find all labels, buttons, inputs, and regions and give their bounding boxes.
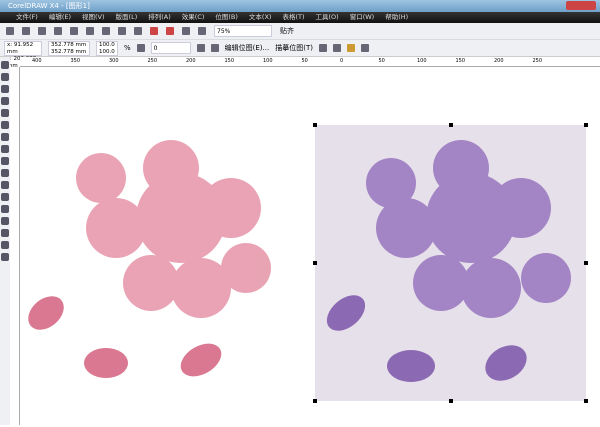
cut-icon[interactable] [70, 27, 78, 35]
ruler-tick-label: 150 [224, 58, 235, 64]
rectangle-tool-icon[interactable] [1, 133, 9, 141]
interactive-tool-icon[interactable] [1, 205, 9, 213]
menu-help[interactable]: 帮助(H) [385, 12, 408, 23]
export-icon[interactable] [166, 27, 174, 35]
ellipse-tool-icon[interactable] [1, 145, 9, 153]
menu-layout[interactable]: 版面(L) [116, 12, 138, 23]
ruler-tick-label: 350 [70, 58, 81, 64]
toolbox [0, 57, 10, 425]
ruler-tick-label: 250 [532, 58, 543, 64]
width-field[interactable]: 352.778 mm [51, 42, 87, 49]
menu-text[interactable]: 文本(X) [249, 12, 272, 23]
resample-icon[interactable] [332, 44, 341, 52]
ruler-tick-label: 100 [263, 58, 273, 64]
wrap-text-icon[interactable] [360, 44, 369, 52]
height-field[interactable]: 352.778 mm [51, 49, 87, 56]
ruler-tick-label: 300 [109, 58, 119, 64]
edit-bitmap-button[interactable]: 编辑位图(E)... [225, 43, 270, 53]
table-tool-icon[interactable] [1, 193, 9, 201]
menu-bar: 文件(F) 编辑(E) 视图(V) 版面(L) 排列(A) 效果(C) 位图(B… [0, 12, 600, 23]
outline-tool-icon[interactable] [1, 229, 9, 237]
undo-icon[interactable] [118, 27, 126, 35]
basic-shapes-icon[interactable] [1, 169, 9, 177]
menu-arrange[interactable]: 排列(A) [148, 12, 171, 23]
smart-fill-icon[interactable] [1, 121, 9, 129]
menu-file[interactable]: 文件(F) [16, 12, 38, 23]
property-bar: x: 91.952 mmy: 202.288 mm 352.778 mm352.… [0, 40, 600, 69]
menu-window[interactable]: 窗口(W) [350, 12, 375, 23]
menu-table[interactable]: 表格(T) [282, 12, 304, 23]
lock-ratio-icon[interactable] [136, 44, 145, 52]
title-bar: CorelDRAW X4 - [图形1] [0, 0, 600, 12]
save-icon[interactable] [38, 27, 46, 35]
rotation-field[interactable]: 0 [150, 42, 191, 54]
menu-edit[interactable]: 编辑(E) [49, 12, 71, 23]
welcome-icon[interactable] [198, 27, 206, 35]
horizontal-ruler[interactable]: 400 350 300 250 200 150 100 50 0 50 100 150 200 250 [20, 57, 600, 67]
interactive-fill-icon[interactable] [1, 253, 9, 261]
position-fields[interactable]: x: 91.952 mmy: 202.288 mm [4, 40, 42, 69]
mirror-v-icon[interactable] [210, 44, 219, 52]
pink-flower-cluster [76, 140, 271, 318]
scale-y-field[interactable]: 100.0 [99, 49, 115, 56]
ruler-tick-label: 50 [301, 58, 308, 64]
open-icon[interactable] [22, 27, 30, 35]
ruler-tick-label: 400 [32, 58, 42, 64]
trace-bitmap-button[interactable]: 描摹位图(T) [275, 43, 313, 53]
redo-icon[interactable] [134, 27, 142, 35]
menu-effects[interactable]: 效果(C) [182, 12, 205, 23]
zoom-select[interactable]: 75% [214, 25, 272, 37]
paste-icon[interactable] [102, 27, 110, 35]
window-controls[interactable] [566, 1, 596, 10]
color-mask-icon[interactable] [346, 44, 355, 52]
vertical-ruler[interactable] [10, 67, 20, 425]
new-icon[interactable] [6, 27, 14, 35]
window-title: CorelDRAW X4 - [图形1] [8, 2, 90, 10]
copy-icon[interactable] [86, 27, 94, 35]
shape-tool-icon[interactable] [1, 73, 9, 81]
crop-tool-icon[interactable] [1, 85, 9, 93]
ruler-tick-label: 250 [147, 58, 158, 64]
crop-icon[interactable] [318, 44, 327, 52]
ruler-tick-label: 0 [340, 58, 344, 64]
snap-button[interactable]: 贴齐 [280, 26, 294, 36]
size-fields[interactable]: 352.778 mm 352.778 mm [48, 40, 90, 56]
ruler-tick-label: 200 [186, 58, 196, 64]
freehand-tool-icon[interactable] [1, 109, 9, 117]
standard-toolbar: 75% 贴齐 [0, 23, 600, 40]
ruler-tick-label: 50 [378, 58, 385, 64]
scale-x-field[interactable]: 100.0 [99, 42, 115, 49]
ruler-tick-label: 150 [455, 58, 466, 64]
mirror-h-icon[interactable] [196, 44, 205, 52]
ruler-tick-label: 200 [494, 58, 504, 64]
menu-view[interactable]: 视图(V) [82, 12, 105, 23]
eyedropper-icon[interactable] [1, 217, 9, 225]
zoom-tool-icon[interactable] [1, 97, 9, 105]
drawing-canvas[interactable] [21, 68, 600, 425]
ruler-tick-label: 100 [417, 58, 427, 64]
pick-tool-icon[interactable] [1, 61, 9, 69]
polygon-tool-icon[interactable] [1, 157, 9, 165]
scale-fields[interactable]: 100.0 100.0 [96, 40, 118, 56]
print-icon[interactable] [54, 27, 62, 35]
menu-tools[interactable]: 工具(O) [316, 12, 339, 23]
artwork [28, 123, 588, 403]
text-tool-icon[interactable] [1, 181, 9, 189]
menu-bitmaps[interactable]: 位图(B) [215, 12, 238, 23]
fill-tool-icon[interactable] [1, 241, 9, 249]
x-field[interactable]: x: 91.952 mm [7, 42, 39, 56]
scale-unit: % [124, 44, 131, 52]
import-icon[interactable] [150, 27, 158, 35]
app-launcher-icon[interactable] [182, 27, 190, 35]
